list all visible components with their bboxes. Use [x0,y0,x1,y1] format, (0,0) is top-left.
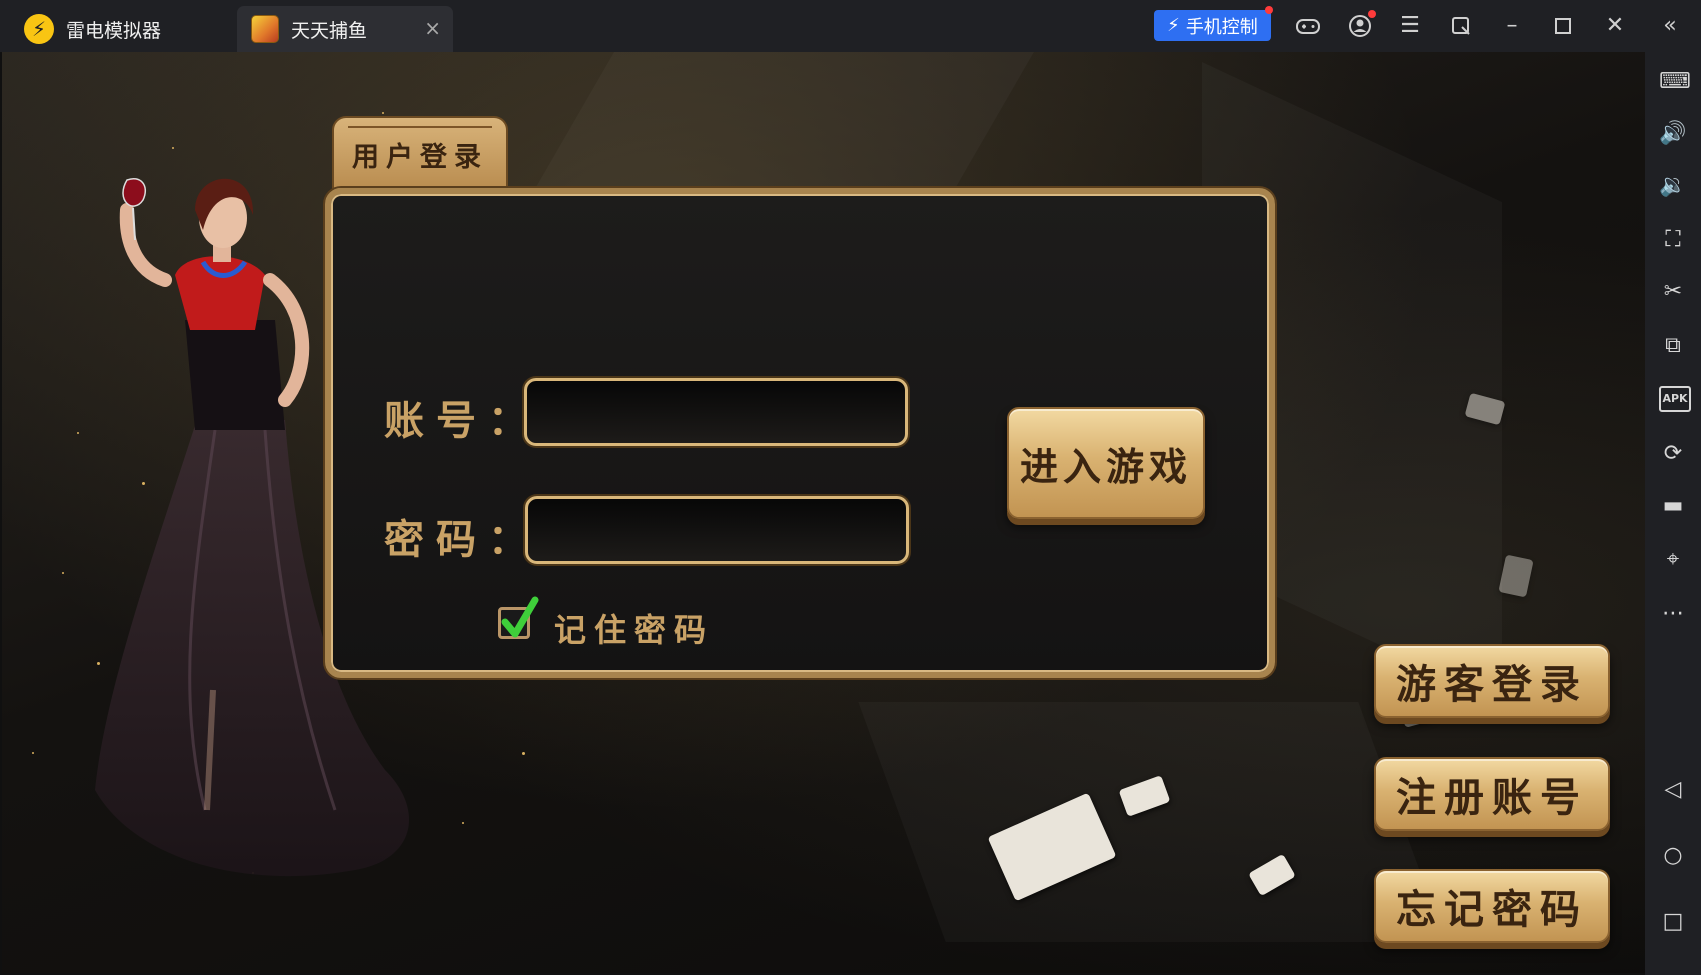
volume-down-icon[interactable]: 🔉 [1659,172,1687,200]
playing-card [1498,554,1534,598]
keyboard-icon[interactable]: ⌨ [1659,68,1691,96]
password-input[interactable] [525,496,909,564]
lightning-icon: ⚡ [1167,15,1180,36]
menu-icon[interactable]: ☰ [1396,12,1424,40]
sparkle [522,752,525,755]
login-tab: 用户登录 [332,116,508,190]
recents-icon[interactable]: □ [1659,908,1687,936]
back-icon[interactable]: ◁ [1659,776,1687,804]
sparkle [462,822,464,824]
forgot-password-button[interactable]: 忘记密码 [1374,869,1610,943]
sparkle [77,432,79,434]
home-icon[interactable]: ○ [1659,842,1687,870]
remember-password-checkbox[interactable] [498,596,539,639]
tab-game[interactable]: 天天捕鱼 × [237,6,453,52]
maximize-icon[interactable] [1549,12,1577,40]
scissors-icon[interactable]: ✂ [1659,278,1687,306]
notification-dot [1368,10,1376,18]
login-tab-title: 用户登录 [352,141,488,173]
more-icon[interactable]: ⋯ [1659,600,1687,628]
fishing-game-icon [251,15,279,43]
notification-dot [1265,6,1273,14]
multi-instance-icon[interactable]: ⧉ [1659,332,1687,360]
account-input[interactable] [524,378,908,446]
background-shard [858,702,1445,942]
sync-icon[interactable]: ⟳ [1659,440,1687,468]
close-icon[interactable]: ✕ [1601,12,1629,40]
location-icon[interactable]: ⌖ [1659,546,1687,574]
sparkle [32,752,34,754]
register-account-button[interactable]: 注册账号 [1374,757,1610,831]
phone-control-label: 手机控制 [1185,16,1258,38]
folder-icon[interactable]: ▬ [1659,492,1687,520]
double-chevron-left-icon[interactable]: « [1656,12,1684,40]
phone-control-button[interactable]: ⚡ 手机控制 [1154,6,1273,41]
app-name: 雷电模拟器 [66,19,162,42]
screenshot-icon[interactable]: ⛶ [1659,226,1687,254]
minimize-icon[interactable]: – [1498,12,1526,40]
right-toolbar: ⌨ 🔊 🔉 ⛶ ✂ ⧉ APK ⟳ ▬ ⌖ ⋯ ◁ ○ □ [1645,52,1701,975]
account-icon[interactable] [1346,10,1376,40]
sparkle [382,112,384,114]
tab-close-icon[interactable]: × [424,16,441,40]
volume-up-icon[interactable]: 🔊 [1659,120,1687,148]
tab-home[interactable]: ⚡ 雷电模拟器 [18,6,230,52]
guest-login-button[interactable]: 游客登录 [1374,644,1610,718]
sparkle [172,147,174,149]
account-label: 账号： [384,397,540,444]
pin-window-icon[interactable] [1447,12,1475,40]
title-bar: ⚡ 雷电模拟器 天天捕鱼 × ⚡ 手机控制 ☰ – ✕ « [0,0,1701,53]
apk-install-icon[interactable]: APK [1659,386,1691,412]
tab-title: 天天捕鱼 [291,19,368,42]
password-label: 密码： [384,516,540,563]
enter-game-button[interactable]: 进入游戏 [1007,407,1205,519]
remember-password-label[interactable]: 记住密码 [554,605,714,651]
leidian-logo-icon: ⚡ [24,14,54,44]
sparkle [62,572,64,574]
checkmark-icon [501,596,539,638]
gamepad-icon[interactable] [1294,12,1322,40]
